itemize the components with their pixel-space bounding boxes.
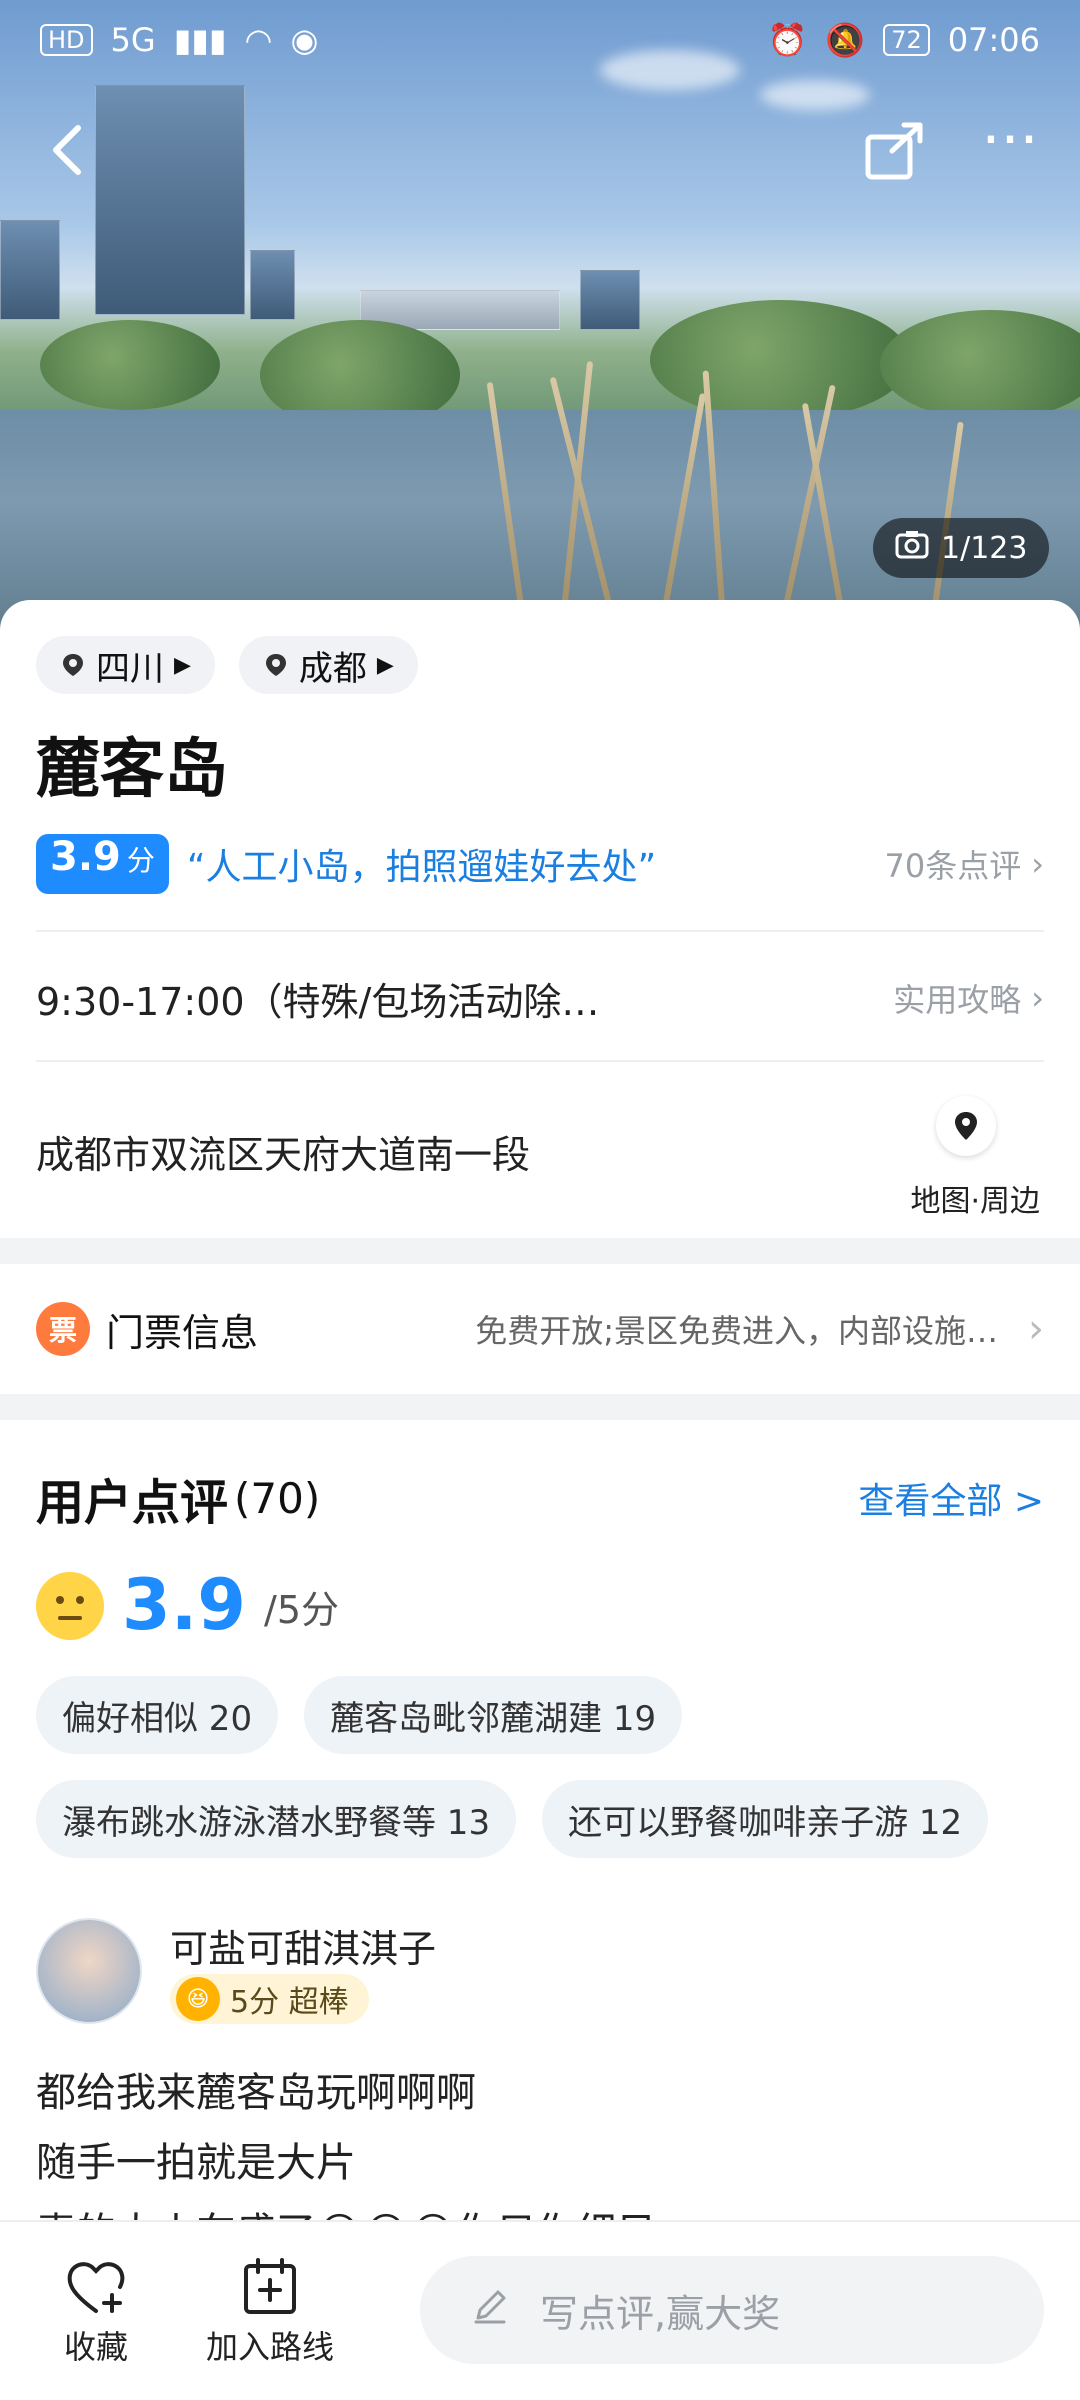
avatar[interactable] <box>36 1918 142 2024</box>
map-pin-icon <box>936 1096 996 1156</box>
battery-indicator: 72 <box>883 24 930 56</box>
ticket-value: 免费开放;景区免费进入，内部设施… <box>475 1312 998 1350</box>
map-nearby-button[interactable]: 地图·周边 <box>844 1086 1044 1219</box>
page-title: 麓客岛 <box>36 733 228 807</box>
rating-quote: “人工小岛，拍照遛娃好去处” <box>186 847 657 888</box>
alarm-icon: ⏰ <box>767 21 808 59</box>
review-tag[interactable]: 还可以野餐咖啡亲子游 12 <box>542 1780 989 1858</box>
overall-score-value: 3.9 <box>122 1564 247 1646</box>
location-chips: 四川 ▶ 成都 ▶ <box>36 636 418 694</box>
chip-label: 四川 <box>96 648 164 689</box>
chip-label: 成都 <box>298 648 367 689</box>
pencil-icon <box>470 2286 510 2335</box>
status-left: HD 5G ▮▮▮ ◠ ◉ <box>40 21 318 59</box>
chevron-left-icon[interactable] <box>40 120 100 180</box>
bottom-action-bar: 收藏 加入路线 写点评,赢大奖 <box>0 2220 1080 2400</box>
chevron-right-icon: › <box>1031 979 1044 1017</box>
review-tag[interactable]: 麓客岛毗邻麓湖建 19 <box>304 1676 683 1754</box>
hours-row[interactable]: 9:30-17:00（特殊/包场活动除… 实用攻略 › <box>36 960 1044 1036</box>
share-icon[interactable] <box>860 115 930 185</box>
status-bar: HD 5G ▮▮▮ ◠ ◉ ⏰ 🔕 72 07:06 <box>0 0 1080 80</box>
calendar-add-icon <box>190 2252 350 2322</box>
photo-counter[interactable]: 1/123 <box>873 518 1050 578</box>
reviews-link-label: 70条点评 <box>884 847 1022 885</box>
poi-card: 四川 ▶ 成都 ▶ 麓客岛 3.9 分 “人工小岛，拍照遛娃好去处” 70条点评… <box>0 600 1080 1240</box>
address-text: 成都市双流区天府大道南一段 <box>36 1132 531 1177</box>
review-tag[interactable]: 瀑布跳水游泳潜水野餐等 13 <box>36 1780 517 1858</box>
score-unit: 分 <box>126 844 155 877</box>
laughing-face-icon: 😆 <box>176 1977 220 2021</box>
clock: 07:06 <box>947 21 1040 59</box>
add-route-label: 加入路线 <box>205 2328 334 2366</box>
add-route-button[interactable]: 加入路线 <box>190 2252 350 2368</box>
guide-link[interactable]: 实用攻略 › <box>893 975 1044 1021</box>
reviews-link[interactable]: 70条点评 › <box>884 841 1044 887</box>
write-review-input[interactable]: 写点评,赢大奖 <box>420 2256 1044 2364</box>
caret-right-icon: ▶ <box>376 652 394 678</box>
write-review-placeholder: 写点评,赢大奖 <box>540 2291 781 2336</box>
divider <box>36 930 1044 932</box>
caret-right-icon: ▶ <box>174 652 191 678</box>
review-tags: 偏好相似 20 麓客岛毗邻麓湖建 19 瀑布跳水游泳潜水野餐等 13 还可以野餐… <box>36 1676 1056 1858</box>
top-nav: ··· <box>0 110 1080 190</box>
map-label: 地图·周边 <box>910 1184 1040 1219</box>
chevron-right-icon: › <box>1028 1306 1044 1352</box>
mute-icon: 🔕 <box>825 21 866 59</box>
favorite-button[interactable]: 收藏 <box>16 2252 176 2368</box>
review-rating-badge: 😆 5分 超棒 <box>170 1974 369 2024</box>
wechat-icon: ◉ <box>290 21 319 59</box>
pin-icon <box>265 654 286 676</box>
reviews-count: (70) <box>234 1473 321 1523</box>
section-gap <box>0 1394 1080 1420</box>
signal-icon: ▮▮▮ <box>173 21 227 59</box>
review-line: 随手一拍就是大片 <box>36 2140 356 2186</box>
reviews-title: 用户点评 <box>36 1475 229 1531</box>
chevron-right-icon: › <box>1031 845 1044 883</box>
reviews-header: 用户点评 (70) 查看全部 > <box>36 1458 1044 1538</box>
review-line: 都给我来麓客岛玩啊啊啊 <box>36 2070 476 2116</box>
location-chip-province[interactable]: 四川 ▶ <box>36 636 215 694</box>
neutral-face-icon <box>36 1572 104 1640</box>
pin-icon <box>63 654 83 676</box>
more-icon[interactable]: ··· <box>975 110 1045 180</box>
wifi-icon: ◠ <box>244 21 273 59</box>
photo-count: 1/123 <box>941 530 1028 566</box>
see-all-link[interactable]: 查看全部 > <box>858 1472 1044 1524</box>
address-row[interactable]: 成都市双流区天府大道南一段 地图·周边 <box>36 1076 1044 1226</box>
overall-score: 3.9 /5分 <box>36 1570 339 1640</box>
score-value: 3.9 <box>50 834 121 880</box>
network-5g: 5G <box>110 21 156 59</box>
overall-score-denom: /5分 <box>264 1588 339 1632</box>
review-tag[interactable]: 偏好相似 20 <box>36 1676 279 1754</box>
score-pill: 3.9 分 <box>36 834 169 894</box>
favorite-label: 收藏 <box>63 2328 128 2366</box>
heart-add-icon <box>16 2252 176 2322</box>
hd-badge: HD <box>40 24 93 56</box>
guide-link-label: 实用攻略 <box>893 981 1022 1019</box>
divider <box>36 1060 1044 1062</box>
rating-row[interactable]: 3.9 分 “人工小岛，拍照遛娃好去处” 70条点评 › <box>36 832 1044 896</box>
review-rating-text: 5分 超棒 <box>230 1985 349 2020</box>
status-right: ⏰ 🔕 72 07:06 <box>768 21 1040 59</box>
review-user-name[interactable]: 可盐可甜淇淇子 <box>170 1918 436 1973</box>
camera-icon <box>895 529 929 567</box>
opening-hours: 9:30-17:00（特殊/包场活动除… <box>36 979 600 1024</box>
ticket-info-row[interactable]: 票 门票信息 免费开放;景区免费进入，内部设施… › <box>0 1264 1080 1394</box>
section-gap <box>0 1238 1080 1264</box>
ticket-label: 门票信息 <box>106 1310 259 1355</box>
location-chip-city[interactable]: 成都 ▶ <box>238 636 418 694</box>
ticket-icon: 票 <box>36 1302 90 1356</box>
